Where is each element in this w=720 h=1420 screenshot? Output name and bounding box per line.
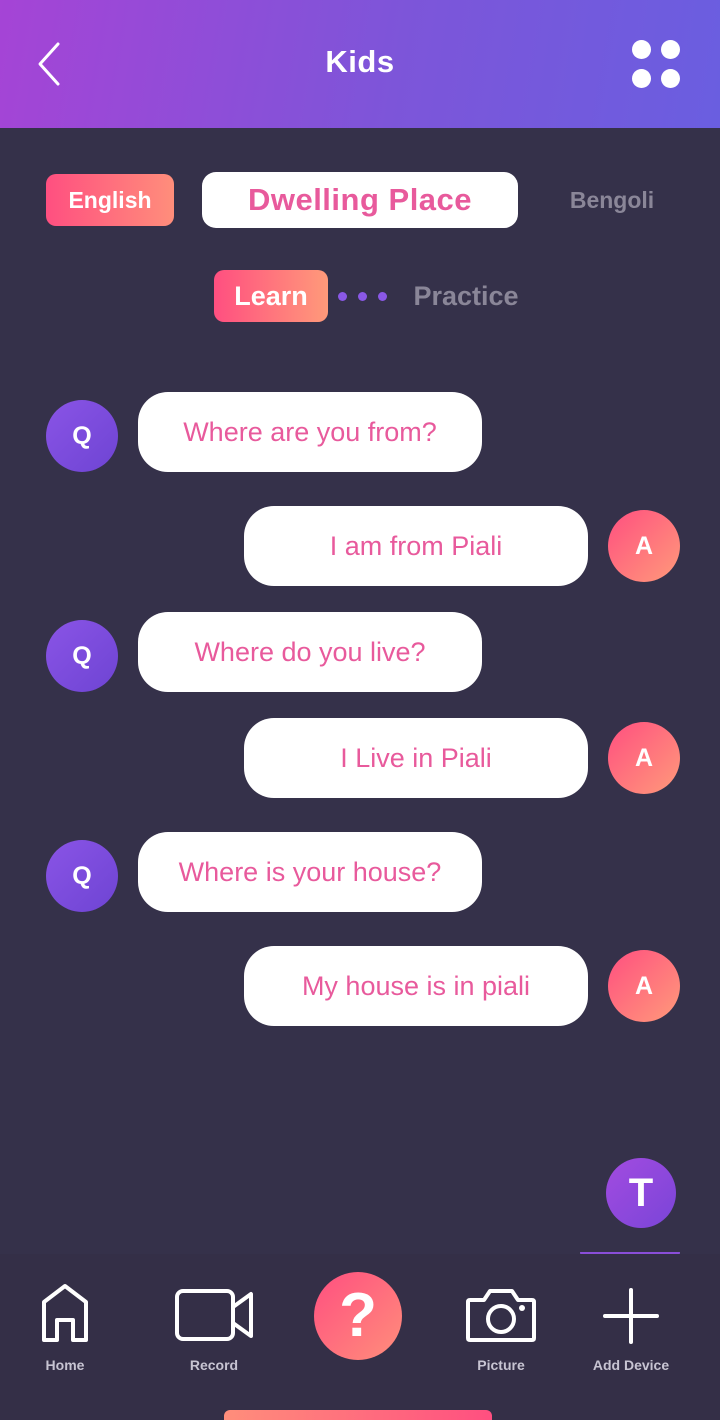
nav-picture-label: Picture [477, 1357, 525, 1373]
grid-menu-button[interactable] [628, 36, 688, 96]
question-bubble[interactable]: Where is your house? [138, 832, 482, 912]
tab-practice[interactable]: Practice [404, 278, 528, 314]
answer-bubble[interactable]: I Live in Piali [244, 718, 588, 798]
nav-picture[interactable]: Picture [446, 1274, 556, 1390]
translate-fab[interactable]: T [606, 1158, 676, 1228]
nav-add-device[interactable]: Add Device [576, 1274, 686, 1390]
home-icon [42, 1284, 88, 1342]
video-camera-icon [175, 1289, 253, 1341]
plus-icon [603, 1288, 659, 1344]
grid-dot-icon [632, 69, 651, 88]
nav-home-label: Home [45, 1357, 85, 1373]
question-bubble[interactable]: Where are you from? [138, 392, 482, 472]
answer-bubble[interactable]: I am from Piali [244, 506, 588, 586]
answer-avatar: A [608, 722, 680, 794]
question-bubble[interactable]: Where do you live? [138, 612, 482, 692]
grid-dot-icon [661, 69, 680, 88]
header-bar: Kids [0, 0, 720, 128]
tab-separator-dots [338, 292, 390, 302]
question-avatar: Q [46, 400, 118, 472]
nav-home[interactable]: Home [10, 1274, 120, 1390]
question-avatar: Q [46, 840, 118, 912]
help-button[interactable]: ? [314, 1272, 402, 1360]
language-english-button[interactable]: English [46, 174, 174, 226]
tab-learn[interactable]: Learn [214, 270, 328, 322]
page-title: Kids [325, 44, 395, 79]
topic-selector[interactable]: Dwelling Place [202, 172, 518, 228]
answer-avatar: A [608, 510, 680, 582]
language-bengoli-button[interactable]: Bengoli [552, 184, 672, 216]
home-indicator [224, 1410, 492, 1420]
answer-bubble[interactable]: My house is in piali [244, 946, 588, 1026]
grid-dot-icon [661, 40, 680, 59]
nav-add-device-label: Add Device [592, 1357, 670, 1373]
answer-avatar: A [608, 950, 680, 1022]
grid-dot-icon [632, 40, 651, 59]
nav-record[interactable]: Record [159, 1274, 269, 1390]
nav-record-label: Record [189, 1357, 239, 1373]
camera-icon [466, 1289, 536, 1342]
question-avatar: Q [46, 620, 118, 692]
